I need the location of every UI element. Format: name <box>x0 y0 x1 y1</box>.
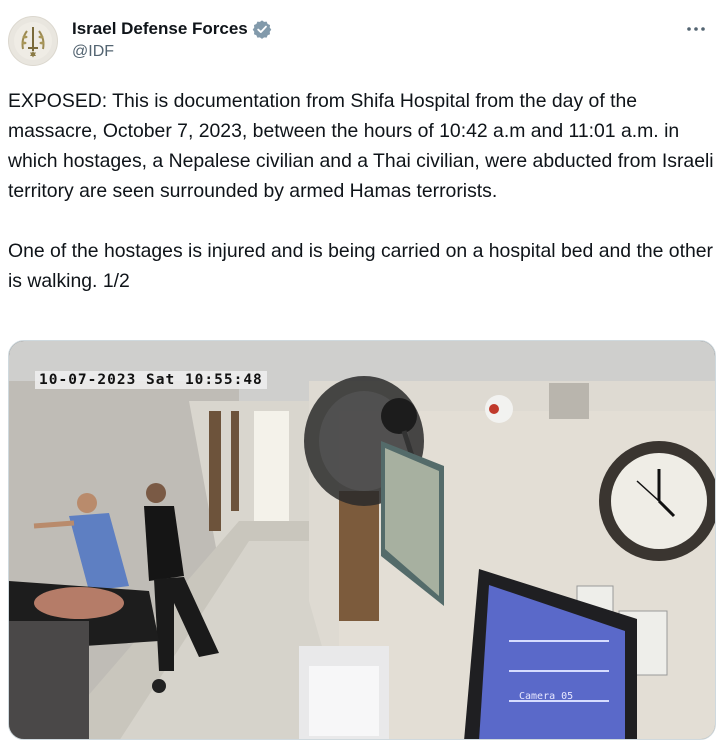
display-name-row: Israel Defense Forces <box>72 18 272 40</box>
cctv-timestamp: 10-07-2023 Sat 10:55:48 <box>35 371 267 389</box>
tweet-text: EXPOSED: This is documentation from Shif… <box>8 90 714 292</box>
tweet-header: Israel Defense Forces @IDF <box>8 16 710 70</box>
more-options-icon <box>687 27 705 31</box>
idf-emblem-icon <box>14 22 52 60</box>
verified-badge-icon[interactable] <box>252 19 272 39</box>
author-names: Israel Defense Forces @IDF <box>72 18 272 63</box>
camera-label: Camera 05 <box>519 691 574 702</box>
tweet-card: Israel Defense Forces @IDF EXPOSED: This… <box>0 0 718 746</box>
avatar[interactable] <box>8 16 58 66</box>
handle[interactable]: @IDF <box>72 41 272 63</box>
tweet-media-image[interactable]: 10-07-2023 Sat 10:55:48 Camera 05 <box>8 340 716 740</box>
more-options-button[interactable] <box>682 16 710 42</box>
cctv-frame-image <box>9 341 715 739</box>
display-name[interactable]: Israel Defense Forces <box>72 18 248 40</box>
